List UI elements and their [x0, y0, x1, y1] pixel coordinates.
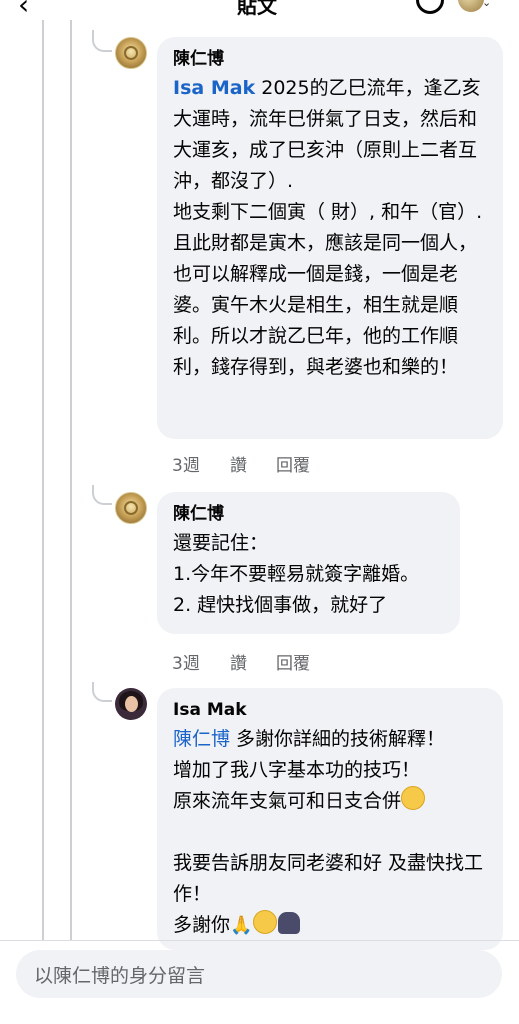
like-button[interactable]: 讚 [230, 451, 276, 476]
comment-author[interactable]: 陳仁博 [173, 502, 446, 526]
smiling-face-with-hearts-emoji-icon [253, 910, 278, 934]
comment-text: 我要告訴朋友同老婆和好 及盡快找工作！ 多謝你🙏 [173, 848, 489, 941]
composer-divider [0, 940, 519, 941]
thread-line [70, 20, 72, 940]
comment-timestamp[interactable]: 3週 [172, 649, 230, 674]
comment-bubble: Isa Mak 陳仁博 多謝你詳細的技術解釋！ 增加了我八字基本功的技巧！ 原來… [157, 688, 503, 950]
mention-link[interactable]: Isa Mak [173, 77, 255, 99]
avatar[interactable] [115, 688, 147, 720]
reply-button[interactable]: 回覆 [276, 451, 310, 476]
thread-line [42, 20, 44, 940]
page-title: 貼文 [237, 0, 277, 18]
back-arrow-icon[interactable]: ‹ [18, 0, 29, 21]
person-bowing-emoji-icon [278, 912, 301, 934]
comment-body: 我要告訴朋友同老婆和好 及盡快找工作！ 多謝你 [173, 852, 484, 936]
comment-author[interactable]: 陳仁博 [173, 47, 489, 71]
avatar[interactable] [115, 492, 147, 524]
top-bar: ‹ 貼文 ⌄ [0, 0, 519, 26]
comment-body: 2025的乙巳流年，逢乙亥大運時，流年巳併氣了日支，然后和大運亥，成了巳亥沖（原… [173, 77, 483, 378]
praying-hands-emoji-icon: 🙏 [230, 915, 253, 936]
comment-text: 還要記住： 1.今年不要輕易就簽字離婚。 2. 趕快找個事做，就好了 [173, 532, 420, 616]
comment-actions: 3週 讚 回覆 [172, 649, 310, 674]
comment-text: Isa Mak 2025的乙巳流年，逢乙亥大運時，流年巳併氣了日支，然后和大運亥… [173, 73, 489, 383]
comment-actions: 3週 讚 回覆 [172, 451, 310, 476]
comment-text: 陳仁博 多謝你詳細的技術解釋！ 增加了我八字基本功的技巧！ 原來流年支氣可和日支… [173, 724, 489, 817]
chevron-down-icon[interactable]: ⌄ [482, 0, 491, 9]
thread-connector [92, 682, 112, 702]
mention-link[interactable]: 陳仁博 [173, 728, 230, 750]
thinking-face-emoji-icon [401, 786, 426, 810]
search-icon[interactable] [416, 0, 444, 14]
avatar[interactable] [115, 37, 147, 69]
comment-bubble: 陳仁博 Isa Mak 2025的乙巳流年，逢乙亥大運時，流年巳併氣了日支，然后… [157, 37, 503, 439]
thread-connector [92, 485, 112, 505]
reply-button[interactable]: 回覆 [276, 649, 310, 674]
comment-input[interactable]: 以陳仁博的身分留言 [16, 950, 502, 998]
like-button[interactable]: 讚 [230, 649, 276, 674]
thread-connector [92, 30, 112, 52]
profile-avatar-icon[interactable] [458, 0, 484, 12]
comment-author[interactable]: Isa Mak [173, 698, 489, 722]
comment-timestamp[interactable]: 3週 [172, 451, 230, 476]
comment-bubble: 陳仁博 還要記住： 1.今年不要輕易就簽字離婚。 2. 趕快找個事做，就好了 [157, 492, 460, 634]
